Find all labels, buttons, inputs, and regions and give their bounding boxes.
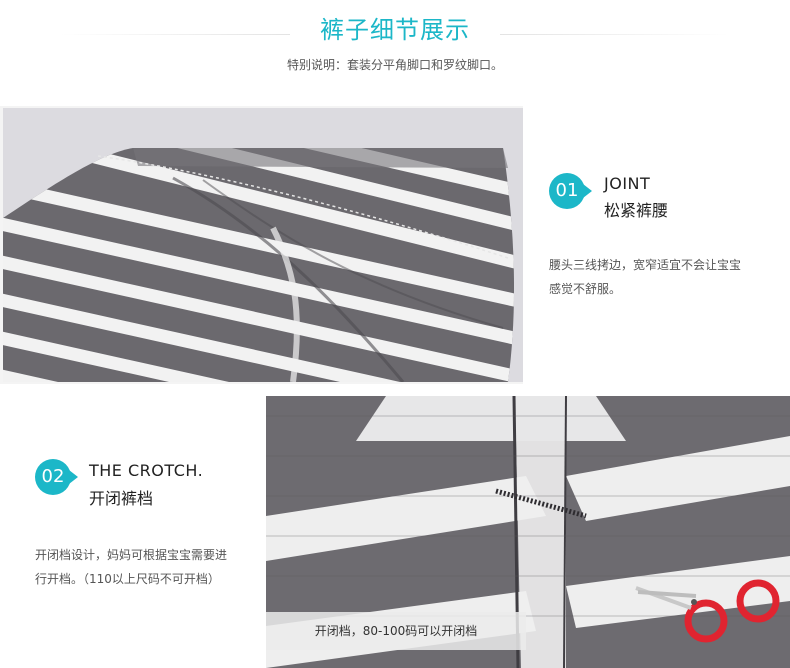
waistband-photo <box>3 108 523 382</box>
crotch-description: 开闭档设计，妈妈可根据宝宝需要进 行开档。（110以上尺码不可开档） <box>35 543 263 591</box>
special-note: 特别说明：套装分平角脚口和罗纹脚口。 <box>286 58 503 72</box>
badge-02-pointer <box>69 470 78 484</box>
crotch-desc-line2: 行开档。（110以上尺码不可开档） <box>35 572 220 586</box>
crotch-title-cn: 开闭裤档 <box>89 489 154 508</box>
crotch-desc-line1: 开闭档设计，妈妈可根据宝宝需要进 <box>35 548 228 562</box>
badge-01: 01 <box>549 173 585 209</box>
waistband-description: 腰头三线拷边，宽窄适宜不会让宝宝 感觉不舒服。 <box>549 253 779 301</box>
waistband-desc-line2: 感觉不舒服。 <box>549 282 622 296</box>
waistband-info-panel <box>523 106 790 384</box>
badge-01-pointer <box>583 184 592 198</box>
crotch-title-en: THE CROTCH. <box>89 461 204 480</box>
waistband-title-en: JOINT <box>604 174 651 193</box>
waistband-desc-line1: 腰头三线拷边，宽窄适宜不会让宝宝 <box>549 258 742 272</box>
crotch-info-panel <box>0 396 266 668</box>
crotch-caption: 开闭档，80-100码可以开闭档 <box>314 624 478 638</box>
header: 裤子细节展示 特别说明：套装分平角脚口和罗纹脚口。 <box>0 0 790 100</box>
badge-02: 02 <box>35 459 71 495</box>
waistband-title-cn: 松紧裤腰 <box>604 201 669 220</box>
title-divider-right <box>500 34 730 35</box>
waistband-image <box>3 108 523 382</box>
page-title: 裤子细节展示 <box>320 16 470 44</box>
